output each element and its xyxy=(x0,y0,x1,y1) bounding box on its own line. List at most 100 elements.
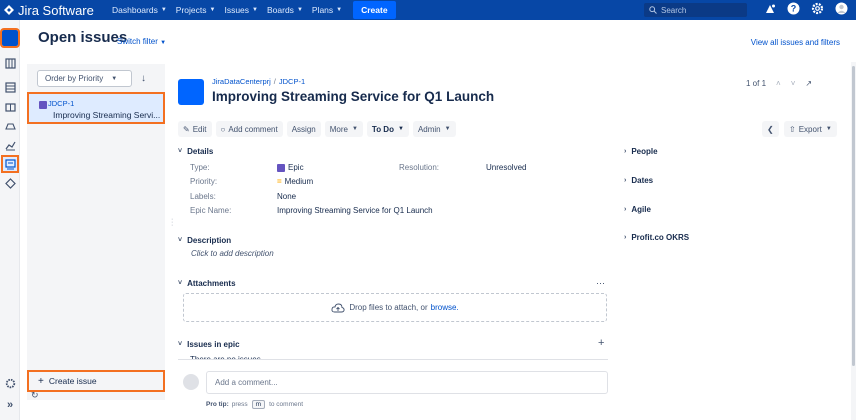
chevron-down-icon: ▼ xyxy=(336,7,343,13)
agile-heading: Agile xyxy=(631,205,651,214)
browse-link[interactable]: browse. xyxy=(431,303,459,312)
settings-gear-icon[interactable] xyxy=(811,2,824,15)
user-avatar[interactable] xyxy=(835,2,848,15)
epic-name-value[interactable]: Improving Streaming Service for Q1 Launc… xyxy=(277,206,433,215)
chevron-down-icon: ▼ xyxy=(252,7,258,13)
epic-type-icon xyxy=(277,163,285,172)
edit-button[interactable]: ✎ Edit xyxy=(178,121,212,137)
help-icon[interactable]: ? xyxy=(787,2,800,15)
more-label: More xyxy=(329,124,348,134)
issues-in-epic-heading: Issues in epic xyxy=(187,340,240,349)
chevron-down-icon: ˅ xyxy=(178,148,183,155)
issue-title[interactable]: Improving Streaming Service for Q1 Launc… xyxy=(212,89,494,104)
chevron-down-icon: ▼ xyxy=(825,126,832,132)
page-scrollbar[interactable] xyxy=(851,62,856,420)
comment-icon: ○ xyxy=(220,124,226,134)
dates-heading: Dates xyxy=(631,176,654,185)
comment-input[interactable]: Add a comment... xyxy=(206,371,608,394)
admin-button[interactable]: Admin ▼ xyxy=(412,121,456,137)
search-placeholder: Search xyxy=(661,5,687,15)
chevron-down-icon: ▼ xyxy=(160,40,167,46)
chevron-down-icon: ▼ xyxy=(111,75,118,82)
nav-boards[interactable]: Boards ▼ xyxy=(267,5,303,15)
share-icon: ❮ xyxy=(767,124,774,134)
project-avatar-large xyxy=(178,79,204,105)
order-by-dropdown[interactable]: Order by Priority ▼ xyxy=(37,70,132,87)
dates-section-toggle[interactable]: › Dates xyxy=(624,176,653,185)
priority-value[interactable]: = Medium xyxy=(277,177,313,186)
list-icon[interactable] xyxy=(3,80,17,94)
pager-count: 1 of 1 xyxy=(746,79,767,88)
attachments-more-icon[interactable]: ⋯ xyxy=(596,278,605,289)
nav-plans[interactable]: Plans ▼ xyxy=(312,5,342,15)
switch-filter-button[interactable]: Switch filter ▼ xyxy=(117,37,166,46)
issues-in-epic-section-toggle[interactable]: ˅ Issues in epic xyxy=(178,340,240,349)
description-section-toggle[interactable]: ˅ Description xyxy=(178,236,231,245)
nav-dashboards-label: Dashboards xyxy=(112,5,158,15)
breadcrumb-issue-key[interactable]: JDCP-1 xyxy=(279,77,305,86)
details-heading: Details xyxy=(187,147,214,156)
notifications-icon[interactable] xyxy=(764,3,776,15)
okrs-section-toggle[interactable]: › Profit.co OKRS xyxy=(624,233,689,242)
attachments-heading: Attachments xyxy=(187,279,236,288)
project-settings-gear-icon[interactable] xyxy=(3,376,17,390)
assign-button[interactable]: Assign xyxy=(286,121,321,137)
description-field[interactable]: Click to add description xyxy=(191,249,274,258)
expand-icon[interactable]: ↗ xyxy=(805,79,812,88)
nav-dashboards[interactable]: Dashboards ▼ xyxy=(112,5,167,15)
panel-resize-handle[interactable]: · · · xyxy=(171,216,173,229)
agile-section-toggle[interactable]: › Agile xyxy=(624,205,651,214)
details-section-toggle[interactable]: ˅ Details xyxy=(178,147,213,156)
people-section-toggle[interactable]: › People xyxy=(624,147,658,156)
top-navigation-bar: Jira Software Dashboards ▼ Projects ▼ Issu… xyxy=(0,0,856,20)
chevron-down-icon: ˅ xyxy=(178,280,183,287)
okrs-heading: Profit.co OKRS xyxy=(631,233,690,242)
labels-value[interactable]: None xyxy=(277,192,296,201)
scrollbar-thumb[interactable] xyxy=(852,66,855,366)
view-all-issues-link[interactable]: View all issues and filters xyxy=(751,38,840,47)
chevron-up-icon[interactable]: ˄ xyxy=(776,79,781,88)
switch-filter-label: Switch filter xyxy=(117,37,158,46)
pro-tip-label: Pro tip: xyxy=(206,401,229,408)
chevron-right-icon: › xyxy=(624,206,627,213)
jira-logo-icon xyxy=(4,5,14,15)
export-button[interactable]: ⇧ Export ▼ xyxy=(784,121,837,137)
create-issue-label: Create issue xyxy=(48,376,97,386)
create-button[interactable]: Create xyxy=(353,1,396,19)
status-dropdown[interactable]: To Do ▼ xyxy=(366,121,409,137)
chevron-right-icon: › xyxy=(624,234,627,241)
share-button[interactable]: ❮ xyxy=(762,121,779,137)
issue-toolbar: ✎ Edit ○ Add comment Assign More ▼ To Do ▼ A… xyxy=(178,121,456,137)
components-icon[interactable] xyxy=(3,176,17,190)
sort-direction-icon[interactable]: ↓ xyxy=(141,73,146,84)
breadcrumb-project[interactable]: JiraDataCenterprj xyxy=(212,77,271,86)
pencil-icon: ✎ xyxy=(183,124,190,134)
nav-issues[interactable]: Issues ▼ xyxy=(224,5,258,15)
jira-logo[interactable]: Jira Software xyxy=(0,3,112,18)
nav-projects[interactable]: Projects ▼ xyxy=(176,5,216,15)
more-button[interactable]: More ▼ xyxy=(324,121,363,137)
reports-icon[interactable] xyxy=(3,138,17,152)
people-heading: People xyxy=(631,147,658,156)
list-item[interactable]: JDCP-1 Improving Streaming Servi... xyxy=(27,92,165,124)
search-input[interactable]: Search xyxy=(644,3,747,17)
backlog-icon[interactable] xyxy=(3,56,17,70)
pro-tip-key: m xyxy=(251,400,266,409)
board-icon[interactable] xyxy=(3,100,17,114)
issues-icon[interactable] xyxy=(1,155,19,173)
expand-sidebar-icon[interactable]: » xyxy=(3,398,17,412)
svg-text:?: ? xyxy=(791,4,797,14)
project-avatar[interactable] xyxy=(0,28,20,48)
create-issue-button[interactable]: + Create issue xyxy=(27,370,165,392)
attachment-dropzone[interactable]: Drop files to attach, or browse. xyxy=(183,293,607,322)
issue-summary: Improving Streaming Servi... xyxy=(53,110,161,120)
priority-medium-icon: = xyxy=(277,177,282,186)
attachments-section-toggle[interactable]: ˅ Attachments xyxy=(178,279,236,288)
export-label: Export xyxy=(798,124,822,134)
status-label: To Do xyxy=(371,124,394,134)
add-issue-to-epic-icon[interactable]: + xyxy=(598,337,604,349)
add-comment-button[interactable]: ○ Add comment xyxy=(215,121,283,137)
releases-icon[interactable] xyxy=(3,119,17,133)
chevron-down-icon[interactable]: ˅ xyxy=(791,79,796,88)
app-name: Jira Software xyxy=(18,2,94,18)
